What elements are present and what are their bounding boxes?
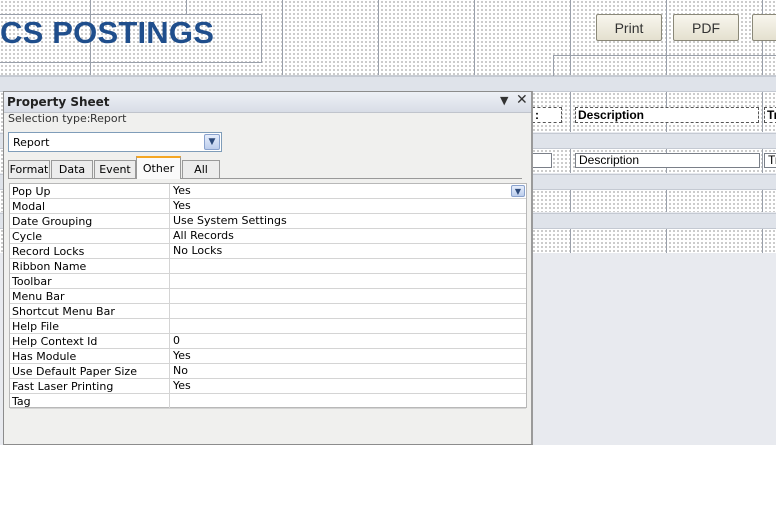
- grid-line: [570, 149, 571, 173]
- chevron-down-icon[interactable]: ▼: [511, 185, 525, 197]
- property-value[interactable]: 0: [169, 334, 526, 348]
- property-row[interactable]: Date Grouping Use System Settings: [10, 214, 526, 229]
- property-name: Date Grouping: [12, 215, 93, 228]
- grid-line: [762, 229, 763, 253]
- property-value[interactable]: [169, 259, 526, 273]
- tab-data[interactable]: Data: [51, 160, 93, 178]
- property-value[interactable]: Use System Settings: [169, 214, 526, 228]
- property-row[interactable]: Help File: [10, 319, 526, 334]
- property-sheet-title-bar[interactable]: Property Sheet ▼ ✕: [4, 92, 531, 113]
- tr-field[interactable]: Tr: [764, 153, 776, 168]
- grid-line: [762, 149, 763, 173]
- property-grid[interactable]: Pop Up Yes ▼ Modal Yes Date Grouping Use Syste…: [9, 183, 527, 409]
- property-row[interactable]: Help Context Id 0: [10, 334, 526, 349]
- print-button[interactable]: Print: [596, 14, 662, 41]
- email-button[interactable]: E: [752, 14, 776, 41]
- grid-line: [666, 229, 667, 253]
- close-icon[interactable]: ✕: [516, 92, 528, 108]
- property-name: Tag: [12, 395, 31, 408]
- property-value[interactable]: Yes: [169, 379, 526, 393]
- property-value[interactable]: [169, 319, 526, 333]
- selection-type-value: Report: [90, 112, 127, 125]
- property-row[interactable]: Use Default Paper Size No: [10, 364, 526, 379]
- selection-type-label: Selection type:: [8, 112, 91, 125]
- property-row[interactable]: Fast Laser Printing Yes: [10, 379, 526, 394]
- property-row[interactable]: Menu Bar: [10, 289, 526, 304]
- property-value[interactable]: Yes: [169, 184, 526, 198]
- property-name: Shortcut Menu Bar: [12, 305, 115, 318]
- grid-line: [570, 190, 571, 212]
- description-field[interactable]: Description: [575, 153, 760, 168]
- property-value[interactable]: No: [169, 364, 526, 378]
- property-row[interactable]: Cycle All Records: [10, 229, 526, 244]
- property-sheet-title: Property Sheet: [7, 95, 110, 109]
- property-value[interactable]: [169, 289, 526, 303]
- grid-line: [186, 0, 187, 14]
- property-row[interactable]: Has Module Yes: [10, 349, 526, 364]
- property-value[interactable]: All Records: [169, 229, 526, 243]
- property-name: Toolbar: [12, 275, 52, 288]
- property-row[interactable]: Record Locks No Locks: [10, 244, 526, 259]
- grid-line: [474, 0, 475, 75]
- grid-line: [570, 92, 571, 132]
- grid-line: [666, 190, 667, 212]
- grid-line: [378, 0, 379, 75]
- section-bar-page-header[interactable]: [0, 76, 776, 92]
- report-header-section[interactable]: CS POSTINGS Print PDF E: [0, 0, 776, 76]
- button-panel-outline: [553, 55, 776, 76]
- tr-label[interactable]: Tr: [764, 107, 776, 123]
- grid-line: [282, 0, 283, 75]
- property-name: Has Module: [12, 350, 77, 363]
- property-name: Ribbon Name: [12, 260, 87, 273]
- property-value[interactable]: Yes: [169, 199, 526, 213]
- tab-all[interactable]: All: [182, 160, 220, 178]
- property-row[interactable]: Toolbar: [10, 274, 526, 289]
- property-value[interactable]: [169, 394, 526, 408]
- property-value[interactable]: Yes: [169, 349, 526, 363]
- description-label[interactable]: Description: [575, 107, 759, 123]
- property-name: Pop Up: [12, 185, 51, 198]
- property-value[interactable]: [169, 304, 526, 318]
- property-name: Use Default Paper Size: [12, 365, 137, 378]
- field-partial[interactable]: [532, 153, 552, 168]
- panel-menu-icon[interactable]: ▼: [500, 94, 508, 107]
- object-selector-value: Report: [13, 136, 50, 149]
- property-name: Help Context Id: [12, 335, 98, 348]
- property-name: Modal: [12, 200, 45, 213]
- property-sheet-panel[interactable]: Property Sheet ▼ ✕ Selection type: Repor…: [3, 91, 533, 445]
- property-row[interactable]: Pop Up Yes ▼: [10, 184, 526, 199]
- grid-line: [570, 229, 571, 253]
- tab-other[interactable]: Other: [136, 156, 181, 179]
- property-row[interactable]: Shortcut Menu Bar: [10, 304, 526, 319]
- property-name: Menu Bar: [12, 290, 65, 303]
- property-row[interactable]: Ribbon Name: [10, 259, 526, 274]
- grid-line: [762, 190, 763, 212]
- pdf-button[interactable]: PDF: [673, 14, 739, 41]
- label-partial[interactable]: :: [532, 107, 562, 123]
- property-row[interactable]: Tag: [10, 394, 526, 409]
- grid-line: [762, 92, 763, 132]
- property-name: Help File: [12, 320, 59, 333]
- property-name: Fast Laser Printing: [12, 380, 114, 393]
- report-title[interactable]: CS POSTINGS: [0, 15, 214, 51]
- property-name: Record Locks: [12, 245, 85, 258]
- chevron-down-icon[interactable]: ▼: [204, 134, 220, 150]
- tab-strip-border: [8, 178, 522, 179]
- property-value[interactable]: No Locks: [169, 244, 526, 258]
- property-value[interactable]: [169, 274, 526, 288]
- tab-format[interactable]: Format: [8, 160, 50, 178]
- tab-event[interactable]: Event: [94, 160, 136, 178]
- property-row[interactable]: Modal Yes: [10, 199, 526, 214]
- object-selector[interactable]: Report ▼: [8, 132, 222, 152]
- property-name: Cycle: [12, 230, 43, 243]
